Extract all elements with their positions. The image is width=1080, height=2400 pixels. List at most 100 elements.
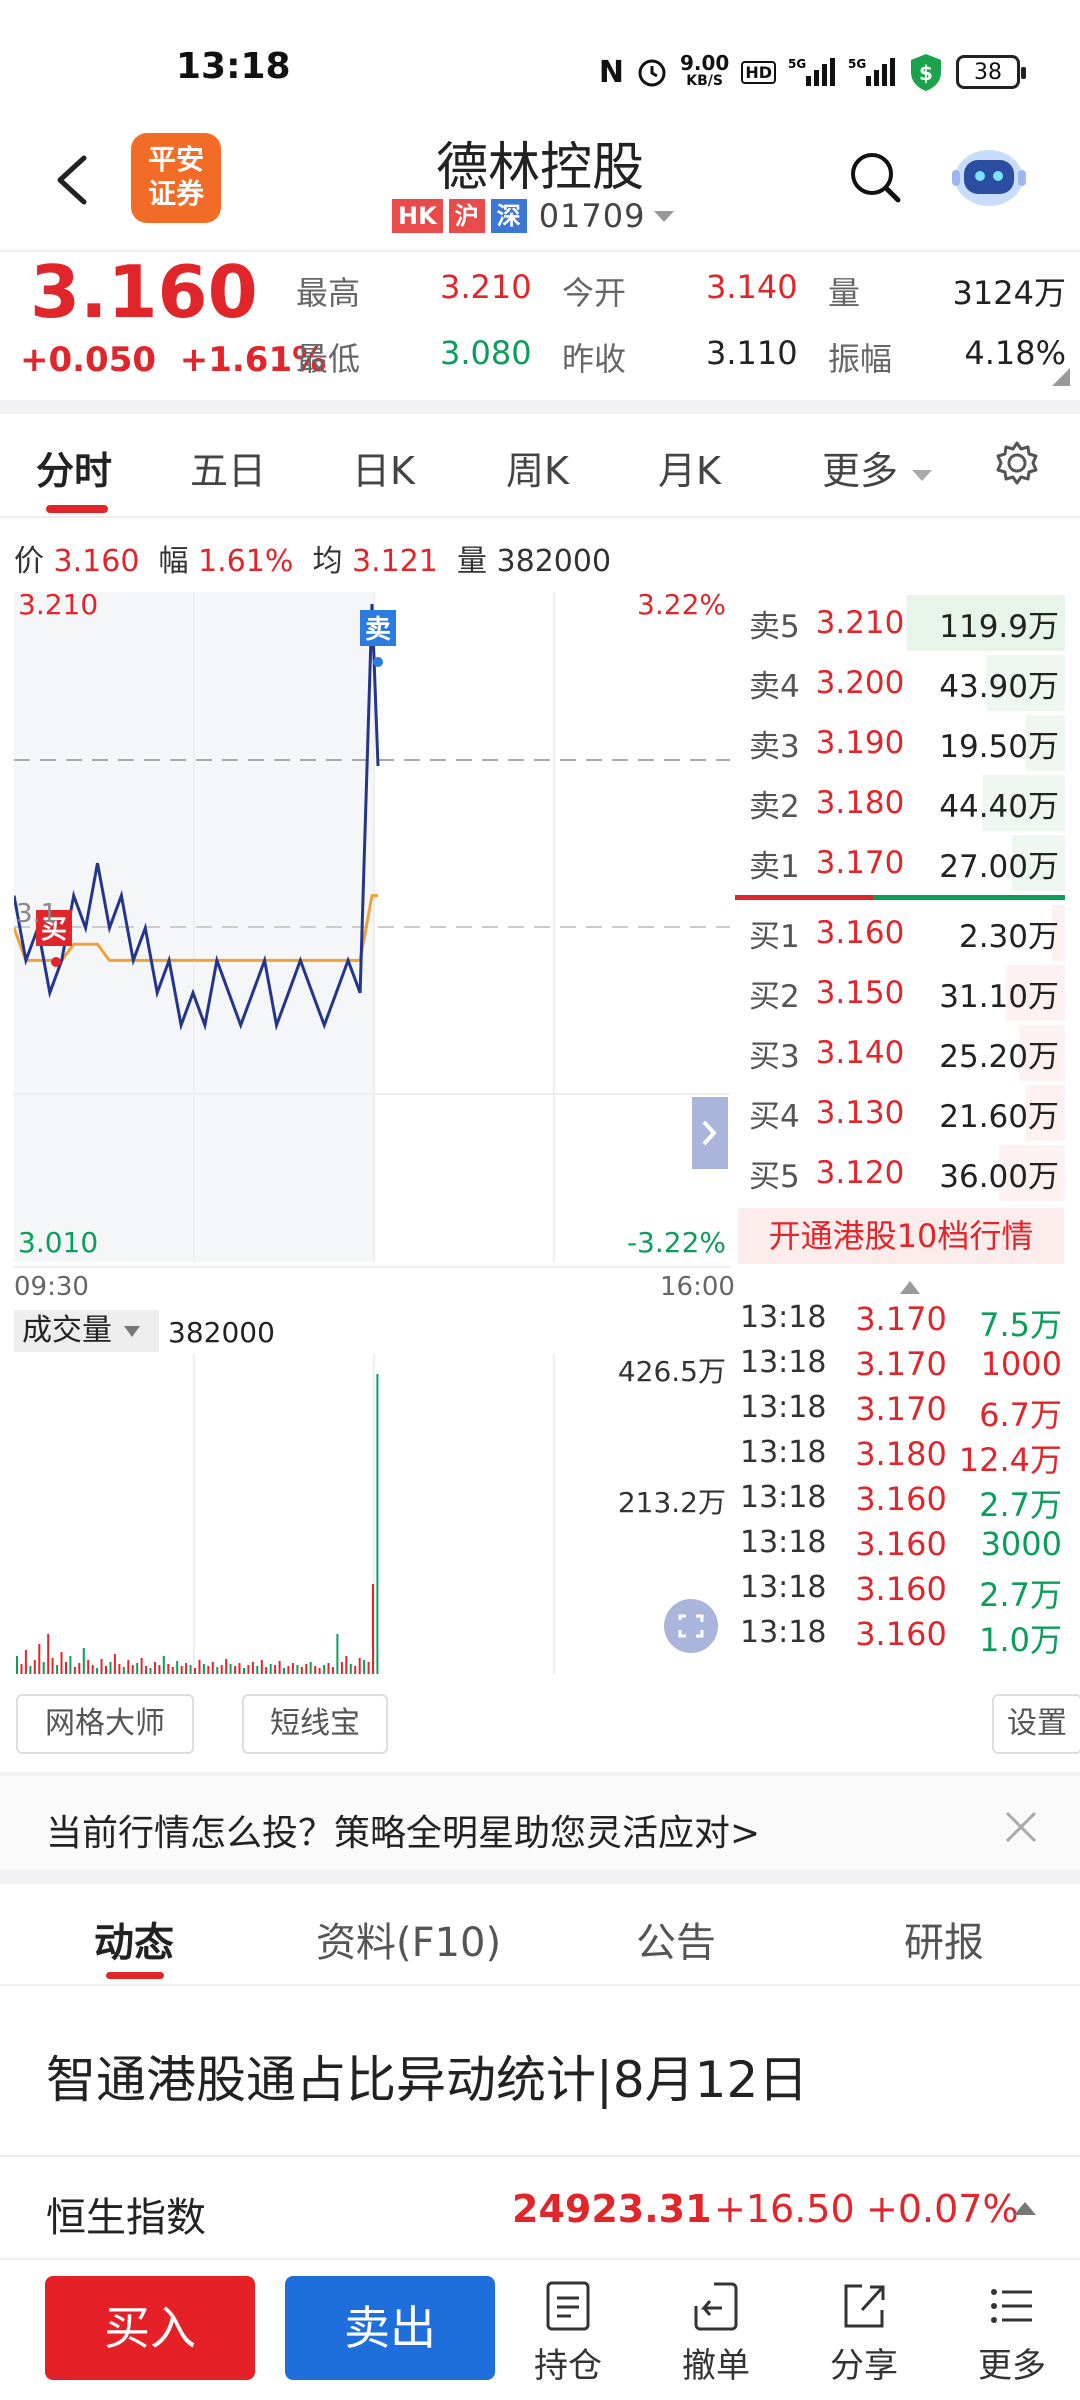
expand-corner-icon[interactable] [1052, 368, 1070, 386]
volume-bar [372, 1584, 374, 1674]
ask-row-2[interactable]: 卖2 3.180 44.40万 [735, 775, 1065, 831]
tab-announcements[interactable]: 公告 [636, 1910, 716, 1968]
volume-bar [167, 1664, 170, 1674]
grid-master-button[interactable]: 网格大师 [16, 1694, 194, 1754]
chart-bottom-left: 3.010 [18, 1226, 98, 1259]
tab-monthly-k[interactable]: 月K [658, 440, 721, 495]
settings-gear-icon[interactable] [994, 440, 1040, 486]
svg-text:$: $ [919, 61, 933, 85]
volume-indicator-selector[interactable]: 成交量 [14, 1310, 159, 1352]
volume-bar [176, 1661, 179, 1674]
volume-bar [145, 1666, 148, 1674]
volume-chart[interactable]: 426.5万 213.2万 [14, 1354, 730, 1674]
strategy-banner[interactable]: 当前行情怎么投？策略全明星助您灵活应对> [0, 1776, 1080, 1876]
expand-orderbook-button[interactable] [692, 1097, 728, 1169]
svg-text:5G: 5G [848, 57, 866, 71]
undo-document-icon [694, 2282, 738, 2331]
low-label: 最低 [296, 340, 361, 378]
volume-bar [91, 1665, 94, 1674]
volume-bar [171, 1667, 174, 1674]
volume-bar [149, 1668, 152, 1674]
volume-bar [20, 1664, 23, 1674]
share-button[interactable]: 分享 [814, 2280, 914, 2387]
signal-icon-2: 5G [848, 56, 896, 88]
volume-bar [287, 1666, 290, 1674]
tab-intraday[interactable]: 分时 [36, 440, 112, 495]
caret-up-icon[interactable] [898, 1278, 922, 1296]
chart-bottom-right: -3.22% [627, 1226, 726, 1259]
volume-bar [127, 1660, 130, 1674]
volume-bar [42, 1662, 45, 1674]
volume-bar [274, 1665, 277, 1674]
time-end-label: 16:00 [660, 1272, 735, 1302]
volume-mid-label: 213.2万 [618, 1486, 726, 1519]
banner-text: 当前行情怎么投？策略全明星助您灵活应对> [46, 1813, 761, 1854]
assistant-robot-button[interactable] [950, 140, 1028, 210]
volume-bar [56, 1665, 59, 1674]
hd-icon: HD [741, 60, 776, 84]
sell-marker-text: 卖 [365, 615, 391, 645]
news-headline[interactable]: 智通港股通占比异动统计|8月12日 [46, 2040, 808, 2112]
short-treasure-button[interactable]: 短线宝 [242, 1694, 388, 1754]
bid-row-5[interactable]: 买5 3.120 36.00万 [735, 1145, 1065, 1201]
tool-settings-button[interactable]: 设置 [992, 1694, 1080, 1754]
tab-5day[interactable]: 五日 [190, 440, 266, 495]
net-speed: 9.00 KB/S [679, 51, 730, 89]
more-button[interactable]: 更多 [962, 2280, 1062, 2387]
volume-bar [162, 1656, 165, 1674]
volume-bar [251, 1662, 254, 1674]
caret-down-icon[interactable] [651, 206, 677, 226]
tab-f10[interactable]: 资料(F10) [316, 1910, 501, 1968]
bid-row-3[interactable]: 买3 3.140 25.20万 [735, 1025, 1065, 1081]
trade-row: 13:18 3.170 1000 [740, 1345, 1062, 1383]
tab-weekly-k[interactable]: 周K [506, 440, 569, 495]
index-ticker[interactable]: 恒生指数 24923.31 +16.50 +0.07% [0, 2155, 1080, 2255]
ask-row-1[interactable]: 卖1 3.170 27.00万 [735, 835, 1065, 891]
dollar-shield-icon: $ [908, 52, 944, 92]
ask-row-3[interactable]: 卖3 3.190 19.50万 [735, 715, 1065, 771]
search-button[interactable] [848, 150, 904, 206]
volume-bar [131, 1665, 134, 1674]
volume-bar [354, 1666, 357, 1674]
volume-bar [180, 1666, 183, 1674]
stock-tags: HK 沪 深 01709 [392, 197, 677, 235]
volume-bar [234, 1666, 237, 1674]
cancel-order-button[interactable]: 撤单 [666, 2280, 766, 2387]
tag-sz: 深 [490, 199, 527, 233]
stock-name: 德林控股 [435, 138, 644, 198]
hk-10-level-button[interactable]: 开通港股10档行情 [738, 1208, 1064, 1264]
volume-value: 382000 [168, 1316, 275, 1349]
tab-daily-k[interactable]: 日K [352, 440, 415, 495]
bid-row-2[interactable]: 买2 3.150 31.10万 [735, 965, 1065, 1021]
prev-label: 昨收 [562, 340, 627, 378]
bid-row-4[interactable]: 买4 3.130 21.60万 [735, 1085, 1065, 1141]
fullscreen-button[interactable] [664, 1599, 718, 1653]
alarm-icon [636, 56, 668, 88]
ask-row-4[interactable]: 卖4 3.200 43.90万 [735, 655, 1065, 711]
close-icon[interactable] [1004, 1810, 1038, 1844]
menu-list-icon [991, 2289, 1032, 2323]
volume-bar [345, 1656, 348, 1674]
volume-bar [291, 1663, 294, 1674]
buy-button[interactable]: 买入 [45, 2276, 255, 2380]
volume-bar [331, 1667, 334, 1674]
intraday-price-chart[interactable]: 卖 买 3.1 3.210 3.22% 3.010 -3.22% [14, 592, 730, 1262]
bid-row-1[interactable]: 买1 3.160 2.30万 [735, 905, 1065, 961]
volume-bar [247, 1665, 250, 1674]
volume-bar [78, 1663, 81, 1674]
position-button[interactable]: 持仓 [518, 2280, 618, 2387]
index-pct: +0.07% [866, 2187, 1019, 2231]
bottom-tab-indicator [106, 1972, 164, 1979]
tab-research[interactable]: 研报 [904, 1910, 984, 1968]
volume-bar [349, 1664, 352, 1674]
volume-bar [185, 1663, 188, 1674]
stock-code: 01709 [538, 197, 646, 235]
chart-top-right: 3.22% [637, 592, 726, 621]
tab-news[interactable]: 动态 [94, 1910, 174, 1968]
index-value: 24923.31 [512, 2187, 712, 2231]
volume-bar [158, 1665, 161, 1674]
ask-row-5[interactable]: 卖5 3.210 119.9万 [735, 595, 1065, 651]
current-price: 3.160 [30, 250, 258, 334]
sell-button[interactable]: 卖出 [285, 2276, 495, 2380]
tab-more[interactable]: 更多 [822, 440, 934, 495]
